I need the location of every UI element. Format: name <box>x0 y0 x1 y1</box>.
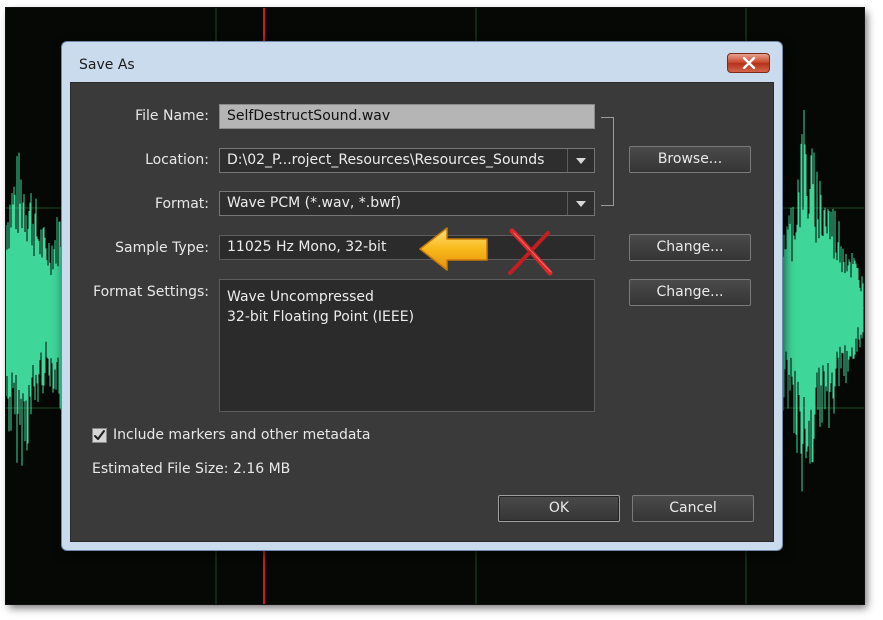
ok-button[interactable]: OK <box>498 495 620 522</box>
pointer-arrow-icon <box>419 227 488 271</box>
group-bracket <box>601 117 614 206</box>
change-format-settings-button[interactable]: Change... <box>629 279 751 306</box>
format-combo[interactable]: Wave PCM (*.wav, *.bwf) <box>219 191 595 216</box>
include-markers-checkbox[interactable] <box>92 428 107 443</box>
estimated-file-size: Estimated File Size: 2.16 MB <box>92 461 291 477</box>
red-x-icon <box>508 228 553 276</box>
format-settings-label: Format Settings: <box>93 284 209 300</box>
dialog-content: File Name: SelfDestructSound.wav Locatio… <box>70 82 774 542</box>
change-sample-type-button[interactable]: Change... <box>629 234 751 261</box>
chevron-down-icon[interactable] <box>567 192 594 215</box>
location-combo[interactable]: D:\02_P...roject_Resources\Resources_Sou… <box>219 148 595 173</box>
close-button[interactable] <box>727 53 770 73</box>
cancel-button[interactable]: Cancel <box>632 495 754 522</box>
format-label: Format: <box>154 196 209 212</box>
location-value: D:\02_P...roject_Resources\Resources_Sou… <box>227 152 545 168</box>
format-value: Wave PCM (*.wav, *.bwf) <box>227 195 401 211</box>
sample-type-label: Sample Type: <box>115 240 209 256</box>
format-settings-box: Wave Uncompressed 32-bit Floating Point … <box>219 279 595 412</box>
file-name-input[interactable]: SelfDestructSound.wav <box>219 104 595 129</box>
format-settings-line: 32-bit Floating Point (IEEE) <box>227 309 415 325</box>
checkmark-icon <box>94 430 105 440</box>
save-as-dialog: Save As File Name: SelfDestructSound.wav… <box>61 41 783 551</box>
dialog-title: Save As <box>79 57 135 73</box>
browse-button[interactable]: Browse... <box>629 146 751 173</box>
chevron-down-icon[interactable] <box>567 149 594 172</box>
include-markers-label: Include markers and other metadata <box>113 427 371 443</box>
file-name-label: File Name: <box>135 108 209 124</box>
format-settings-line: Wave Uncompressed <box>227 289 374 305</box>
location-label: Location: <box>145 152 209 168</box>
close-icon <box>742 57 755 69</box>
